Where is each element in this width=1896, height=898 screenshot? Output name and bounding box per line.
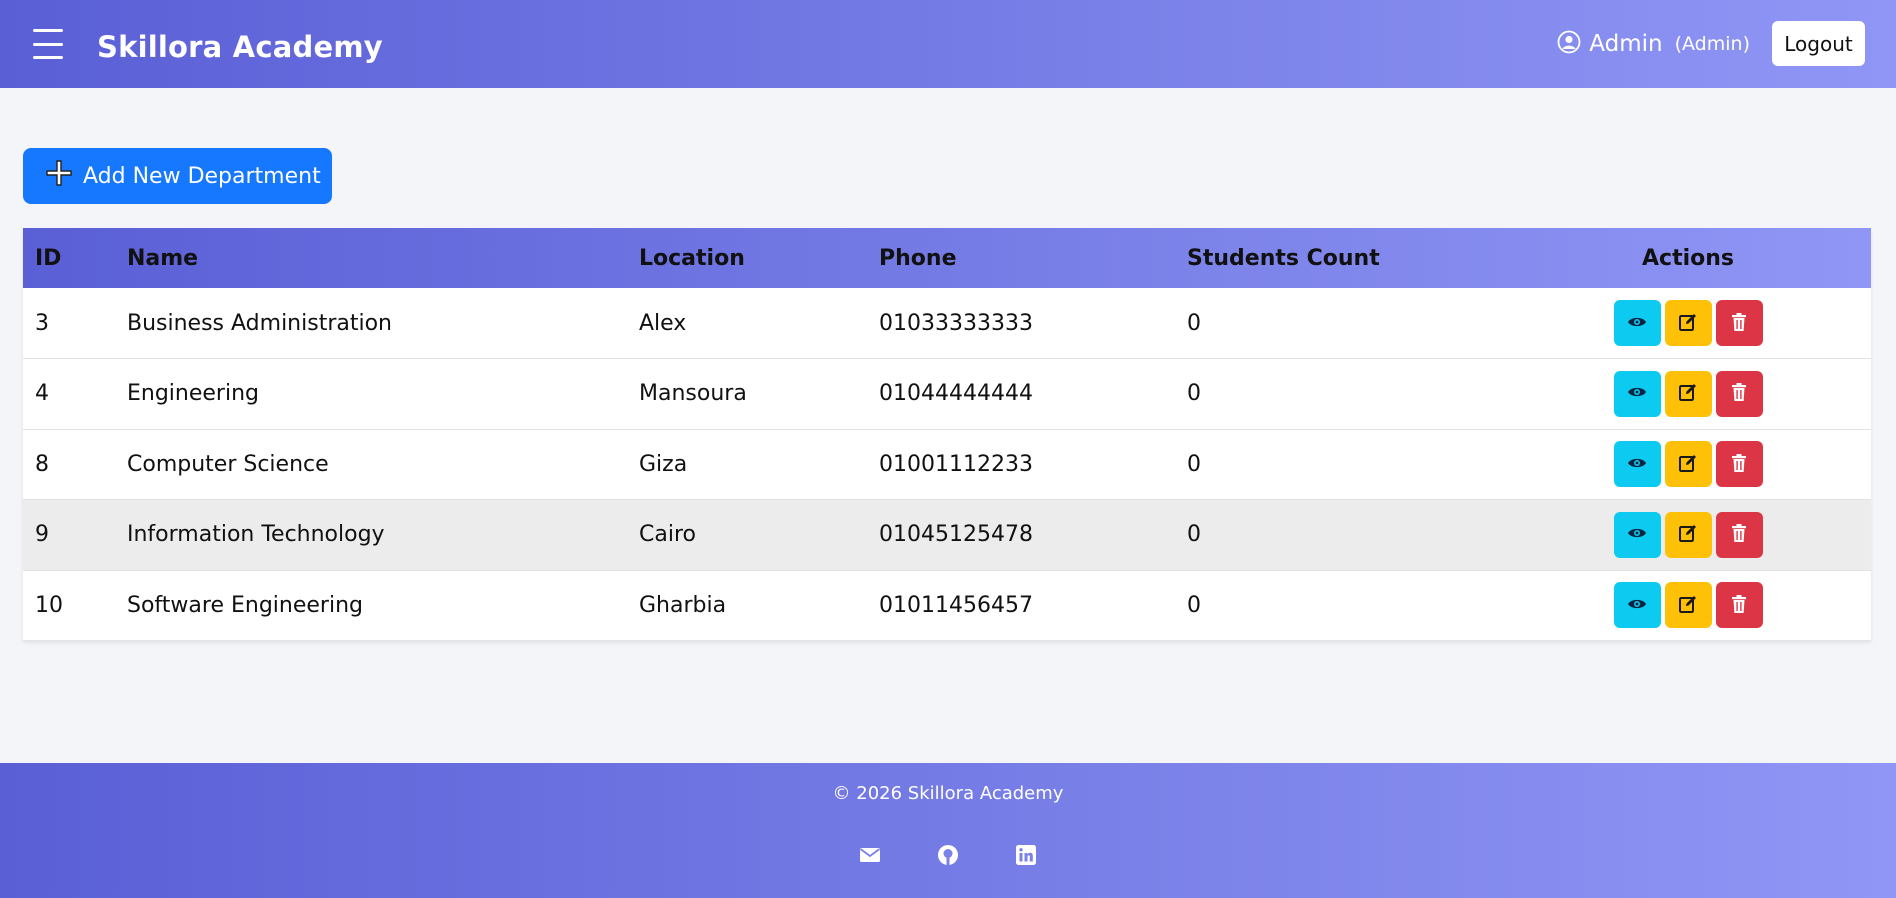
cell-id: 3	[35, 310, 49, 336]
table-row: 3 Business Administration Alex 01033333333 0	[23, 288, 1871, 359]
cell-location: Mansoura	[639, 381, 747, 407]
cell-name: Business Administration	[127, 310, 392, 336]
cell-students: 0	[1187, 451, 1201, 477]
delete-button[interactable]	[1715, 441, 1763, 488]
cell-actions	[1505, 500, 1871, 571]
view-button[interactable]	[1613, 582, 1661, 629]
linkedin-icon[interactable]	[1014, 843, 1038, 867]
eye-icon	[1627, 456, 1647, 473]
cell-name: Engineering	[127, 381, 259, 407]
table-row: 10 Software Engineering Gharbia 01011456457…	[23, 570, 1871, 641]
cell-id: 9	[35, 522, 49, 548]
edit-button[interactable]	[1664, 300, 1712, 346]
table-row: 4 Engineering Mansoura 01044444444 0	[23, 359, 1871, 430]
cell-phone: 01033333333	[879, 310, 1033, 336]
cell-phone: 01045125478	[879, 522, 1033, 548]
cell-name: Computer Science	[127, 451, 329, 477]
github-icon[interactable]	[936, 843, 960, 867]
edit-button[interactable]	[1664, 370, 1712, 417]
cell-phone: 01011456457	[879, 592, 1033, 618]
menu-icon[interactable]	[33, 29, 63, 59]
cell-students: 0	[1187, 381, 1201, 407]
delete-button[interactable]	[1715, 511, 1763, 558]
cell-actions	[1505, 570, 1871, 641]
departments-table: ID Name Location Phone Students Count Ac…	[23, 228, 1871, 641]
column-header-id: ID	[35, 245, 62, 271]
delete-button[interactable]	[1715, 370, 1763, 417]
table-row: 9 Information Technology Cairo 01045125478 0	[23, 499, 1871, 571]
cell-name: Software Engineering	[127, 592, 363, 618]
edit-icon	[1678, 594, 1698, 617]
footer-copyright: © 2026 Skillora Academy	[832, 783, 1064, 804]
edit-icon	[1678, 453, 1698, 476]
edit-button[interactable]	[1664, 511, 1712, 558]
brand-title: Skillora Academy	[97, 30, 383, 64]
cell-location: Giza	[639, 451, 688, 477]
logout-button[interactable]: Logout	[1772, 21, 1865, 66]
eye-icon	[1627, 315, 1647, 332]
add-department-button[interactable]: Add New Department	[23, 148, 332, 204]
user-name: Admin	[1589, 31, 1663, 57]
cell-location: Gharbia	[639, 592, 727, 618]
cell-name: Information Technology	[127, 522, 385, 548]
eye-icon	[1627, 597, 1647, 614]
delete-button[interactable]	[1715, 582, 1763, 629]
edit-icon	[1678, 523, 1698, 546]
edit-icon	[1678, 382, 1698, 405]
trash-icon	[1731, 453, 1747, 476]
cell-phone: 01001112233	[879, 451, 1033, 477]
trash-icon	[1731, 382, 1747, 405]
view-button[interactable]	[1613, 370, 1661, 417]
eye-icon	[1627, 526, 1647, 543]
delete-button[interactable]	[1715, 300, 1763, 346]
cell-id: 4	[35, 381, 49, 407]
edit-button[interactable]	[1664, 441, 1712, 488]
trash-icon	[1731, 523, 1747, 546]
cell-location: Alex	[639, 310, 687, 336]
cell-id: 8	[35, 451, 49, 477]
column-header-phone: Phone	[879, 245, 957, 271]
top-navbar: Skillora Academy Admin (Admin) Logout	[0, 0, 1896, 88]
cell-students: 0	[1187, 310, 1201, 336]
social-links	[0, 843, 1896, 867]
view-button[interactable]	[1613, 300, 1661, 346]
trash-icon	[1731, 312, 1747, 335]
cell-phone: 01044444444	[879, 381, 1033, 407]
footer: © 2026 Skillora Academy	[0, 763, 1896, 898]
view-button[interactable]	[1613, 511, 1661, 558]
cell-students: 0	[1187, 522, 1201, 548]
cell-actions	[1505, 359, 1871, 430]
user-circle-icon	[1557, 30, 1581, 58]
column-header-name: Name	[127, 245, 199, 271]
cell-id: 10	[35, 592, 63, 618]
table-row: 8 Computer Science Giza 01001112233 0	[23, 429, 1871, 500]
plus-icon	[45, 159, 73, 193]
cell-actions	[1505, 429, 1871, 500]
cell-actions	[1505, 288, 1871, 359]
column-header-actions: Actions	[1642, 245, 1734, 271]
user-info: Admin (Admin)	[1557, 30, 1750, 58]
add-department-label: Add New Department	[83, 163, 321, 189]
table-header-row: ID Name Location Phone Students Count Ac…	[23, 228, 1871, 288]
cell-location: Cairo	[639, 522, 696, 548]
cell-students: 0	[1187, 592, 1201, 618]
trash-icon	[1731, 594, 1747, 617]
view-button[interactable]	[1613, 441, 1661, 488]
column-header-location: Location	[639, 245, 745, 271]
column-header-students: Students Count	[1187, 245, 1380, 271]
edit-icon	[1678, 312, 1698, 335]
eye-icon	[1627, 385, 1647, 402]
envelope-icon[interactable]	[858, 843, 882, 867]
edit-button[interactable]	[1664, 582, 1712, 629]
user-role: (Admin)	[1674, 33, 1750, 55]
